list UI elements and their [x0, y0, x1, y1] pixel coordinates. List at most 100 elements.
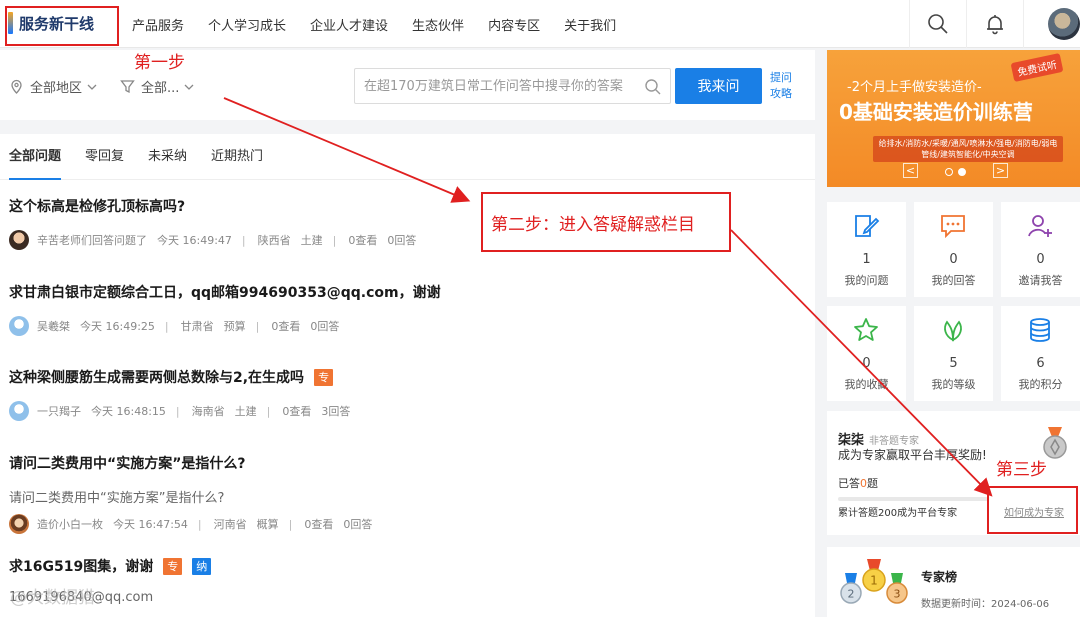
question-item[interactable]: 请问二类费用中“实施方案”是指什么? 请问二类费用中“实施方案”是指什么? 造价…: [9, 453, 382, 534]
search-icon[interactable]: [926, 12, 950, 36]
question-category: 土建: [300, 234, 323, 247]
search-box: [354, 68, 671, 104]
nav-item-partners[interactable]: 生态伙伴: [412, 15, 464, 34]
expert-badge: 专: [163, 557, 183, 575]
question-item[interactable]: 求甘肃白银市定额综合工日，qq邮箱994690353@qq.com，谢谢 吴羲桀…: [9, 282, 441, 336]
question-item[interactable]: 这个标高是检修孔顶标高吗? 辛苦老师们回答问题了 今天 16:49:47 | 陕…: [9, 196, 426, 250]
main-menu: 产品服务 个人学习成长 企业人才建设 生态伙伴 内容专区 关于我们: [132, 0, 640, 48]
question-time: 今天 16:47:54: [113, 518, 188, 531]
search-input[interactable]: [355, 69, 635, 103]
avatar[interactable]: [9, 316, 29, 336]
question-category: 预算: [223, 320, 246, 333]
avatar[interactable]: [9, 514, 29, 534]
question-views: 0查看: [271, 320, 301, 333]
nav-item-personal-growth[interactable]: 个人学习成长: [208, 15, 286, 34]
expert-ranking[interactable]: 2 1 3 专家榜 数据更新时间：2024-06-06: [827, 547, 1080, 617]
tab-zero-replies[interactable]: 零回复: [85, 134, 124, 180]
tab-all-questions[interactable]: 全部问题: [9, 134, 62, 180]
category-filter[interactable]: 全部...: [120, 77, 200, 96]
question-title[interactable]: 这个标高是检修孔顶标高吗?: [9, 196, 426, 216]
banner-next-button[interactable]: >: [993, 163, 1008, 178]
stat-value: 6: [1036, 356, 1045, 371]
question-meta: 一只羯子 今天 16:48:15 | 海南省 土建 | 0查看 3回答: [9, 401, 360, 421]
stat-value: 0: [949, 252, 958, 267]
banner-subtitle: -2个月上手做安装造价-: [847, 80, 982, 95]
nav-item-enterprise-talent[interactable]: 企业人才建设: [310, 15, 388, 34]
question-views: 0查看: [348, 234, 378, 247]
question-time: 今天 16:48:15: [91, 405, 166, 418]
banner-dot-active[interactable]: [958, 168, 966, 176]
nav-divider: [909, 0, 910, 48]
question-province: 甘肃省: [180, 320, 214, 333]
tab-unaccepted[interactable]: 未采纳: [148, 134, 187, 180]
question-answers: 0回答: [343, 518, 373, 531]
question-time: 今天 16:49:25: [80, 320, 155, 333]
avatar[interactable]: [9, 230, 29, 250]
question-category: 概算: [256, 518, 279, 531]
category-filter-label: 全部...: [141, 81, 180, 96]
question-meta: 造价小白一枚 今天 16:47:54 | 河南省 概算 | 0查看 0回答: [9, 514, 382, 534]
ranking-title: 专家榜: [921, 570, 958, 584]
step1-highlight-box: [5, 6, 119, 46]
chevron-down-icon: [87, 84, 97, 90]
question-title[interactable]: 求16G519图集，谢谢: [9, 556, 153, 576]
separator: |: [241, 233, 246, 247]
user-avatar[interactable]: [1048, 8, 1080, 40]
question-user[interactable]: 一只羯子: [37, 403, 81, 419]
expert-role: 非答题专家: [869, 436, 919, 447]
stat-label: 我的回答: [931, 274, 976, 287]
banner-dot[interactable]: [945, 168, 953, 176]
stat-my-level[interactable]: 5 我的等级: [914, 306, 993, 401]
question-title-row[interactable]: 这种梁侧腰筋生成需要两侧总数除与2,在生成吗 专: [9, 367, 360, 387]
question-province: 河南省: [213, 518, 247, 531]
banner-tag: 免费试听: [1010, 53, 1064, 82]
separator: |: [197, 517, 202, 531]
stat-value: 1: [862, 252, 871, 267]
nav-item-products[interactable]: 产品服务: [132, 15, 184, 34]
question-answers: 0回答: [310, 320, 340, 333]
svg-text:3: 3: [894, 588, 901, 601]
question-title[interactable]: 这种梁侧腰筋生成需要两侧总数除与2,在生成吗: [9, 367, 304, 387]
accepted-badge: 纳: [192, 557, 212, 575]
stat-label: 我的等级: [931, 378, 976, 391]
tab-recent-hot[interactable]: 近期热门: [211, 134, 263, 180]
stat-my-answers[interactable]: 0 我的回答: [914, 202, 993, 297]
top-navigation: 服务新干线 产品服务 个人学习成长 企业人才建设 生态伙伴 内容专区 关于我们: [0, 0, 1080, 48]
question-title[interactable]: 求甘肃白银市定额综合工日，qq邮箱994690353@qq.com，谢谢: [9, 282, 441, 302]
stat-label: 我的问题: [844, 274, 889, 287]
region-filter-label: 全部地区: [30, 81, 83, 96]
separator: |: [164, 319, 169, 333]
answered-number: 0: [860, 477, 867, 490]
banner-prev-button[interactable]: <: [903, 163, 918, 178]
ask-guide-link[interactable]: 提问攻略: [770, 70, 798, 102]
ask-question-button[interactable]: 我来问: [675, 68, 762, 104]
question-answers: 3回答: [321, 405, 351, 418]
separator: |: [266, 404, 271, 418]
question-user[interactable]: 造价小白一枚: [37, 516, 103, 532]
question-province: 陕西省: [257, 234, 291, 247]
nav-item-about[interactable]: 关于我们: [564, 15, 616, 34]
step1-annotation: 第一步: [134, 53, 185, 73]
stat-invited[interactable]: 0 邀请我答: [1001, 202, 1080, 297]
bell-icon[interactable]: [983, 12, 1007, 36]
course-banner[interactable]: 免费试听 -2个月上手做安装造价- 0基础安装造价训练营 给排水/消防水/采暖/…: [827, 50, 1080, 187]
stat-my-points[interactable]: 6 我的积分: [1001, 306, 1080, 401]
region-filter[interactable]: 全部地区: [9, 77, 103, 96]
question-title[interactable]: 请问二类费用中“实施方案”是指什么?: [9, 453, 382, 473]
question-item[interactable]: 这种梁侧腰筋生成需要两侧总数除与2,在生成吗 专 一只羯子 今天 16:48:1…: [9, 367, 360, 421]
expert-goal: 累计答题200成为平台专家: [838, 508, 958, 519]
question-user[interactable]: 辛苦老师们回答问题了: [37, 232, 147, 248]
nav-item-content[interactable]: 内容专区: [488, 15, 540, 34]
banner-keywords: 给排水/消防水/采暖/通风/喷淋水/强电/消防电/弱电管线/建筑智能化/中央空调: [873, 136, 1063, 162]
question-views: 0查看: [304, 518, 334, 531]
avatar[interactable]: [9, 401, 29, 421]
stat-label: 我的收藏: [844, 378, 889, 391]
stat-label: 邀请我答: [1018, 274, 1063, 287]
stat-my-favorites[interactable]: 0 我的收藏: [827, 306, 906, 401]
star-icon: [854, 318, 878, 341]
stat-my-questions[interactable]: 1 我的问题: [827, 202, 906, 297]
question-title-row[interactable]: 求16G519图集，谢谢 专 纳: [9, 556, 212, 576]
search-icon[interactable]: [644, 78, 662, 96]
question-user[interactable]: 吴羲桀: [37, 318, 70, 334]
chat-icon: [941, 215, 965, 239]
